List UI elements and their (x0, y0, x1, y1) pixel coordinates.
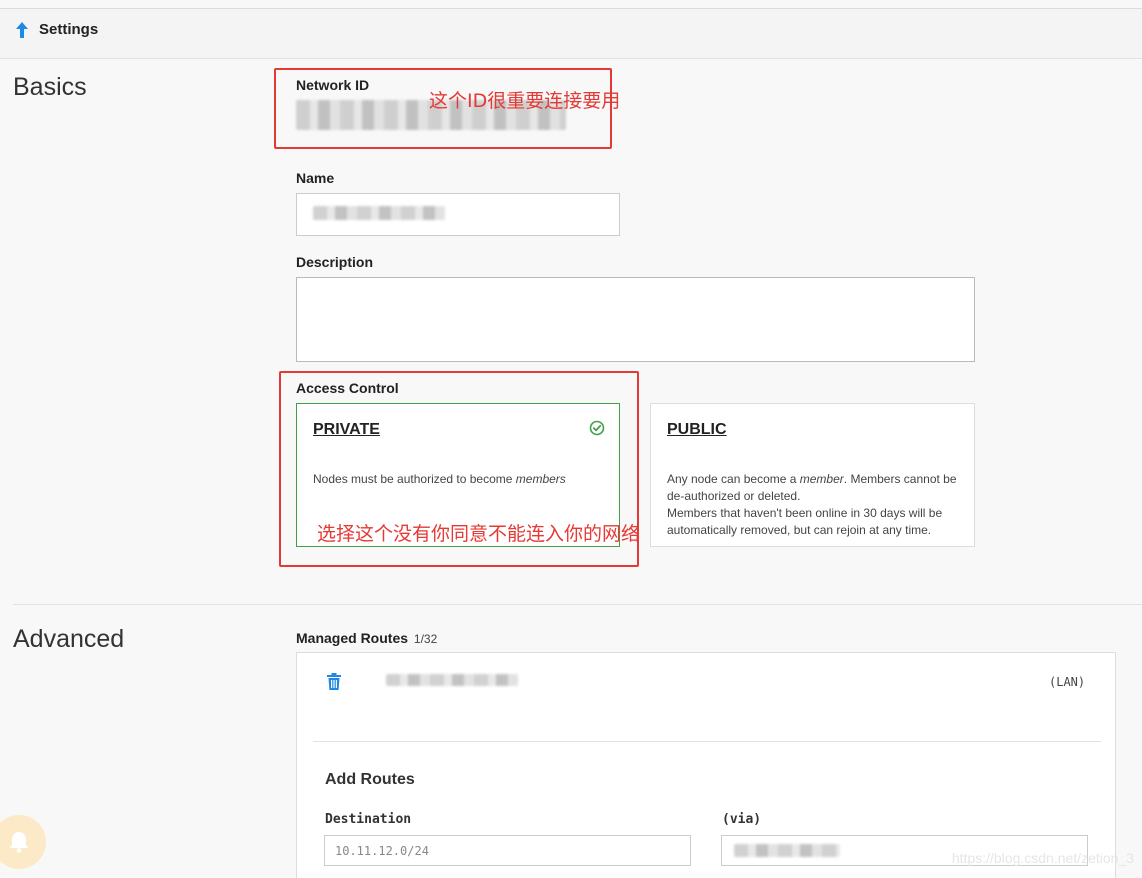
via-label: (via) (722, 812, 762, 827)
name-value-redacted (313, 206, 445, 220)
settings-title: Settings (39, 21, 99, 38)
routes-divider (313, 741, 1101, 742)
settings-header[interactable]: Settings (0, 9, 1142, 59)
route-lan-tag: (LAN) (1049, 675, 1086, 689)
destination-label: Destination (325, 812, 412, 827)
add-routes-title: Add Routes (325, 771, 415, 788)
description-textarea[interactable] (296, 277, 975, 362)
trash-icon[interactable] (326, 673, 342, 691)
arrow-up-icon[interactable] (14, 21, 30, 39)
managed-routes-panel: (LAN) Add Routes Destination 10.11.12.0/… (296, 652, 1116, 878)
access-control-annotation-text: 选择这个没有你同意不能连入你的网络 (317, 523, 641, 545)
advanced-section-title: Advanced (13, 625, 125, 653)
public-title: PUBLIC (667, 421, 727, 438)
network-id-annotation-text: 这个ID很重要连接要用 (429, 90, 621, 112)
basics-section-title: Basics (13, 73, 87, 101)
route-target-redacted (386, 674, 518, 686)
public-description: Any node can become a member. Members ca… (667, 472, 957, 537)
name-input[interactable] (296, 193, 620, 236)
managed-routes-count: 1/32 (413, 632, 438, 646)
destination-placeholder: 10.11.12.0/24 (335, 844, 429, 858)
description-label: Description (296, 254, 374, 270)
section-divider (13, 604, 1142, 605)
watermark-text: https://blog.csdn.net/zetion_3 (951, 850, 1134, 866)
destination-input[interactable]: 10.11.12.0/24 (324, 835, 691, 866)
notification-bell-button[interactable] (0, 815, 46, 869)
name-label: Name (296, 170, 335, 186)
bell-icon (10, 832, 28, 853)
public-access-card[interactable]: PUBLIC Any node can become a member. Mem… (650, 403, 975, 547)
via-value-redacted (734, 844, 840, 857)
managed-routes-label: Managed Routes 1/32 (296, 630, 438, 646)
